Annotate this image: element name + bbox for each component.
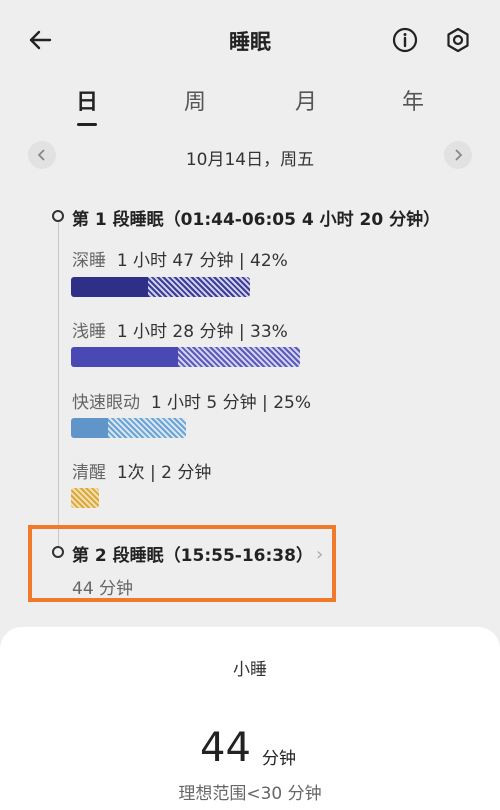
active-tab-indicator <box>77 123 97 126</box>
sleep-page: 睡眠 日 周 月 年 10月14日，周五 第 1 段睡眠（01:44-06:05… <box>0 0 500 810</box>
sheet-title: 小睡 <box>233 660 267 680</box>
stage-light-bar <box>71 347 300 367</box>
bar-hatch <box>148 277 250 297</box>
tab-year[interactable]: 年 <box>383 84 443 116</box>
chevron-right-icon[interactable] <box>444 141 472 169</box>
bar-hatch <box>108 418 186 438</box>
stage-light-label: 浅睡 1 小时 28 分钟 | 33% <box>72 317 288 342</box>
nap-duration-value: 44 <box>200 725 251 771</box>
timeline-line <box>58 214 59 554</box>
page-title: 睡眠 <box>229 30 271 54</box>
bar-solid <box>71 277 148 297</box>
period-tabs: 日 周 月 年 <box>0 80 500 130</box>
tab-day[interactable]: 日 <box>57 84 117 116</box>
header: 睡眠 <box>0 0 500 80</box>
stage-rem-label: 快速眼动 1 小时 5 分钟 | 25% <box>72 388 311 413</box>
nap-bottom-sheet: 小睡 44 分钟 理想范围<30 分钟 <box>0 627 500 810</box>
stage-awake-bar <box>71 488 99 508</box>
settings-icon[interactable] <box>444 26 472 54</box>
stage-awake-label: 清醒 1次 | 2 分钟 <box>72 458 211 483</box>
stage-detail: 1 小时 47 分钟 | 42% <box>116 251 288 271</box>
bar-hatch <box>71 488 99 508</box>
stage-name: 浅睡 <box>72 322 106 342</box>
date-label: 10月14日，周五 <box>185 150 315 170</box>
segment-2-highlight[interactable] <box>28 525 336 602</box>
bar-solid <box>71 418 108 438</box>
bar-hatch <box>178 347 300 367</box>
info-icon[interactable] <box>392 27 418 53</box>
date-navigator: 10月14日，周五 <box>0 140 500 172</box>
stage-deep-label: 深睡 1 小时 47 分钟 | 42% <box>72 246 288 271</box>
stage-detail: 1 小时 5 分钟 | 25% <box>150 393 311 413</box>
stage-deep-bar <box>71 277 250 297</box>
ideal-range: 理想范围<30 分钟 <box>178 784 322 804</box>
stage-name: 清醒 <box>72 463 106 483</box>
stage-name: 快速眼动 <box>72 393 140 413</box>
segment-dot <box>52 210 64 222</box>
segment-1-title: 第 1 段睡眠（01:44-06:05 4 小时 20 分钟） <box>72 210 441 230</box>
stage-detail: 1 小时 28 分钟 | 33% <box>116 322 288 342</box>
nap-duration-unit: 分钟 <box>262 749 296 769</box>
tab-month[interactable]: 月 <box>276 84 336 116</box>
bar-solid <box>71 347 178 367</box>
tab-week[interactable]: 周 <box>165 84 225 116</box>
stage-detail: 1次 | 2 分钟 <box>116 463 212 483</box>
stage-name: 深睡 <box>72 251 106 271</box>
stage-rem-bar <box>71 418 186 438</box>
